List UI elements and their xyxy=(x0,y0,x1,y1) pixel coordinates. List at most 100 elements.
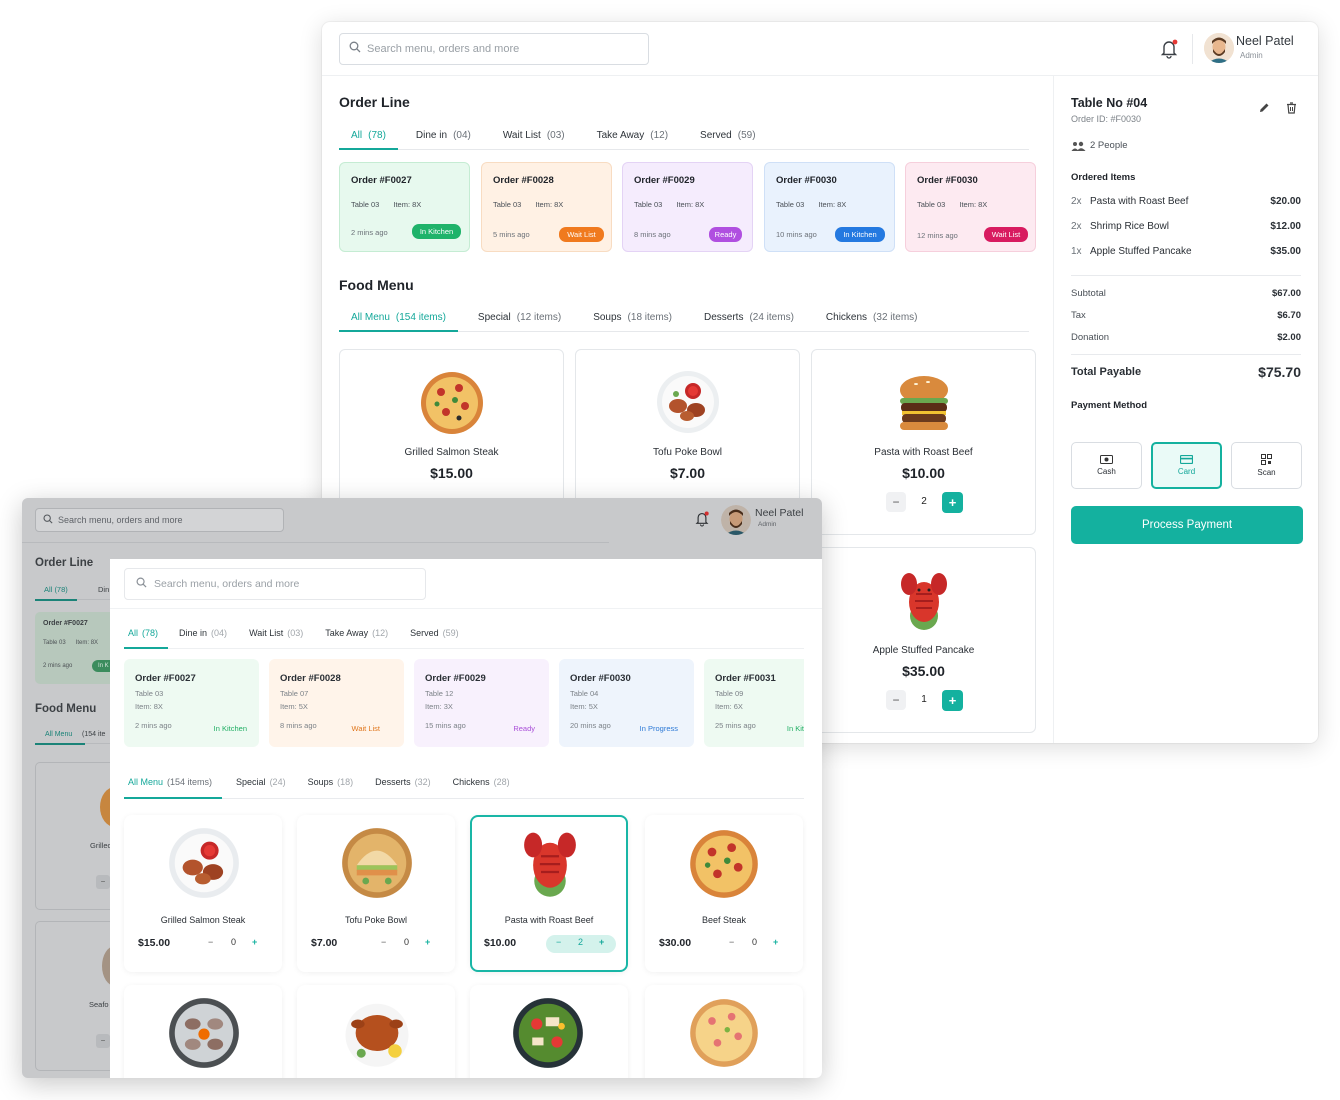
order-card[interactable]: Order #F0030 Table 03 Item: 8X 12 mins ag… xyxy=(905,162,1036,252)
people-icon xyxy=(1071,139,1086,157)
avatar[interactable] xyxy=(1204,33,1234,63)
status-badge: Wait List xyxy=(559,227,604,242)
quantity-stepper: − 0 + xyxy=(373,935,443,953)
tab-special[interactable]: Special (24) xyxy=(222,774,296,798)
payment-method-title: Payment Method xyxy=(1071,400,1148,411)
chicken-plate-image xyxy=(656,370,720,439)
tab-wait-list[interactable]: Wait List (03) xyxy=(237,625,313,648)
increase-quantity-button[interactable]: + xyxy=(252,937,257,947)
tab-served[interactable]: Served (59) xyxy=(398,625,469,648)
tab-all-menu[interactable]: All Menu (154 items) xyxy=(339,310,458,332)
food-card[interactable] xyxy=(645,985,803,1078)
search-bar[interactable] xyxy=(339,33,649,65)
tab-take-away[interactable]: Take Away (12) xyxy=(313,625,398,648)
table-number: Table No #04 xyxy=(1071,96,1148,110)
notification-bell-icon[interactable] xyxy=(695,511,709,532)
tab-desserts[interactable]: Desserts (32) xyxy=(363,774,441,798)
decrease-quantity-button[interactable]: − xyxy=(208,937,213,947)
search-input[interactable] xyxy=(125,569,425,599)
status-badge: In Kitchen xyxy=(835,227,885,242)
tab-dine-in[interactable]: Dine in (04) xyxy=(168,625,237,648)
subtotal-row: Subtotal $67.00 xyxy=(1071,288,1301,299)
food-card[interactable]: Grilled Salmon Steak $15.00 − 0 + xyxy=(124,815,282,972)
quantity-stepper: − 2 + xyxy=(546,935,616,953)
order-card[interactable]: Order #F0030 Table 03 Item: 8X 10 mins ag… xyxy=(764,162,895,252)
quantity-value: 1 xyxy=(921,694,927,705)
user-role: Admin xyxy=(1240,51,1263,60)
food-card[interactable]: Beef Steak $30.00 − 0 + xyxy=(645,815,803,972)
food-card-selected[interactable]: Pasta with Roast Beef $10.00 − 2 + xyxy=(470,815,628,972)
people-count: 2 People xyxy=(1090,140,1128,151)
food-card[interactable]: Apple Stuffed Pancake $35.00 − 1 + xyxy=(811,547,1036,733)
order-line-title-dimmed: Order Line xyxy=(35,557,94,569)
order-card[interactable]: Order #F0028 Table 03 Item: 8X 5 mins ago… xyxy=(481,162,612,252)
pay-scan-button[interactable]: Scan xyxy=(1231,442,1302,489)
order-card[interactable]: Order #F0030 Table 04 Item: 5X 20 mins ago … xyxy=(559,659,694,747)
delete-icon[interactable] xyxy=(1286,101,1297,119)
order-card-dimmed: Order #F0027 Table 03 Item: 8X 2 mins ago… xyxy=(35,612,122,684)
quantity-value: 0 xyxy=(752,937,758,947)
avatar[interactable] xyxy=(721,505,751,535)
decrease-quantity-button[interactable]: − xyxy=(886,690,906,710)
search-bar[interactable] xyxy=(124,568,426,600)
tab-dine-in[interactable]: Dine in (04) xyxy=(398,128,483,149)
search-input[interactable] xyxy=(340,34,648,64)
process-payment-button[interactable]: Process Payment xyxy=(1071,506,1303,544)
status-text: Wait List xyxy=(351,724,380,733)
order-card[interactable]: Order #F0027 Table 03 Item: 8X 2 mins ago I… xyxy=(124,659,259,747)
decrease-quantity-button[interactable]: − xyxy=(381,937,386,947)
total-row: Total Payable $75.70 xyxy=(1071,364,1301,380)
increase-quantity-button[interactable]: + xyxy=(942,492,963,513)
search-bar-dimmed: Search menu, orders and more xyxy=(35,508,284,532)
lobster-image xyxy=(892,568,956,637)
notification-bell-icon[interactable] xyxy=(1160,39,1178,64)
tab-served[interactable]: Served (59) xyxy=(680,128,767,149)
order-card[interactable]: Order #F0029 Table 03 Item: 8X 8 mins ago… xyxy=(622,162,753,252)
food-card-dimmed: Seafo − xyxy=(35,921,128,1071)
tab-all[interactable]: All (78) xyxy=(124,625,169,649)
cash-icon xyxy=(1100,455,1113,464)
pay-cash-button[interactable]: Cash xyxy=(1071,442,1142,489)
order-card[interactable]: Order #F0027 Table 03 Item: 8X 2 mins ago… xyxy=(339,162,470,252)
tab-desserts[interactable]: Desserts (24 items) xyxy=(684,310,806,331)
decrease-quantity-button[interactable]: − xyxy=(729,937,734,947)
food-tabs: All Menu (154 items) Special (12 items) So… xyxy=(339,310,1029,332)
tab-wait-list[interactable]: Wait List (03) xyxy=(483,128,577,149)
increase-quantity-button[interactable]: + xyxy=(599,937,604,947)
food-card[interactable] xyxy=(124,985,282,1078)
food-card[interactable] xyxy=(297,985,455,1078)
food-menu-title: Food Menu xyxy=(339,277,414,293)
decrease-quantity-button[interactable]: − xyxy=(556,937,561,947)
tab-all[interactable]: All (78) xyxy=(339,128,398,150)
increase-quantity-button[interactable]: + xyxy=(942,690,963,711)
user-role: Admin xyxy=(758,521,777,528)
order-summary-panel: Table No #04 Order ID: #F0030 2 People O… xyxy=(1053,76,1318,743)
ordered-items-title: Ordered Items xyxy=(1071,172,1136,183)
decrease-quantity-button[interactable]: − xyxy=(886,492,906,512)
tab-soups[interactable]: Soups (18 items) xyxy=(573,310,684,331)
pay-card-button[interactable]: Card xyxy=(1151,442,1222,489)
burger-image xyxy=(892,370,956,439)
tab-chickens[interactable]: Chickens (32 items) xyxy=(806,310,930,331)
increase-quantity-button[interactable]: + xyxy=(425,937,430,947)
pos-window-front: Search menu, orders and more Neel Patel … xyxy=(22,498,822,1078)
food-card[interactable]: Pasta with Roast Beef $10.00 − 2 + xyxy=(811,349,1036,535)
status-badge: Ready xyxy=(709,227,742,242)
edit-icon[interactable] xyxy=(1258,101,1270,119)
tab-take-away[interactable]: Take Away (12) xyxy=(577,128,680,149)
tab-all-menu[interactable]: All Menu (154 items) xyxy=(124,774,223,799)
tab-special[interactable]: Special (12 items) xyxy=(458,310,573,331)
food-card[interactable] xyxy=(470,985,628,1078)
order-card[interactable]: Order #F0029 Table 12 Item: 3X 15 mins ago … xyxy=(414,659,549,747)
quantity-value: 0 xyxy=(404,937,410,947)
quantity-value: 2 xyxy=(578,937,584,947)
search-icon xyxy=(43,511,53,529)
food-card[interactable]: Tofu Poke Bowl $7.00 − 0 + xyxy=(297,815,455,972)
ordered-item: 2x Pasta with Roast Beef $20.00 xyxy=(1071,196,1301,207)
tab-soups[interactable]: Soups (18) xyxy=(296,774,364,798)
order-card[interactable]: Order #F0028 Table 07 Item: 5X 8 mins ago W… xyxy=(269,659,404,747)
order-card[interactable]: Order #F0031 Table 09 Item: 6X 25 mins ago … xyxy=(704,659,804,747)
increase-quantity-button[interactable]: + xyxy=(773,937,778,947)
tab-chickens[interactable]: Chickens (28) xyxy=(441,774,520,798)
tax-row: Tax $6.70 xyxy=(1071,310,1301,321)
